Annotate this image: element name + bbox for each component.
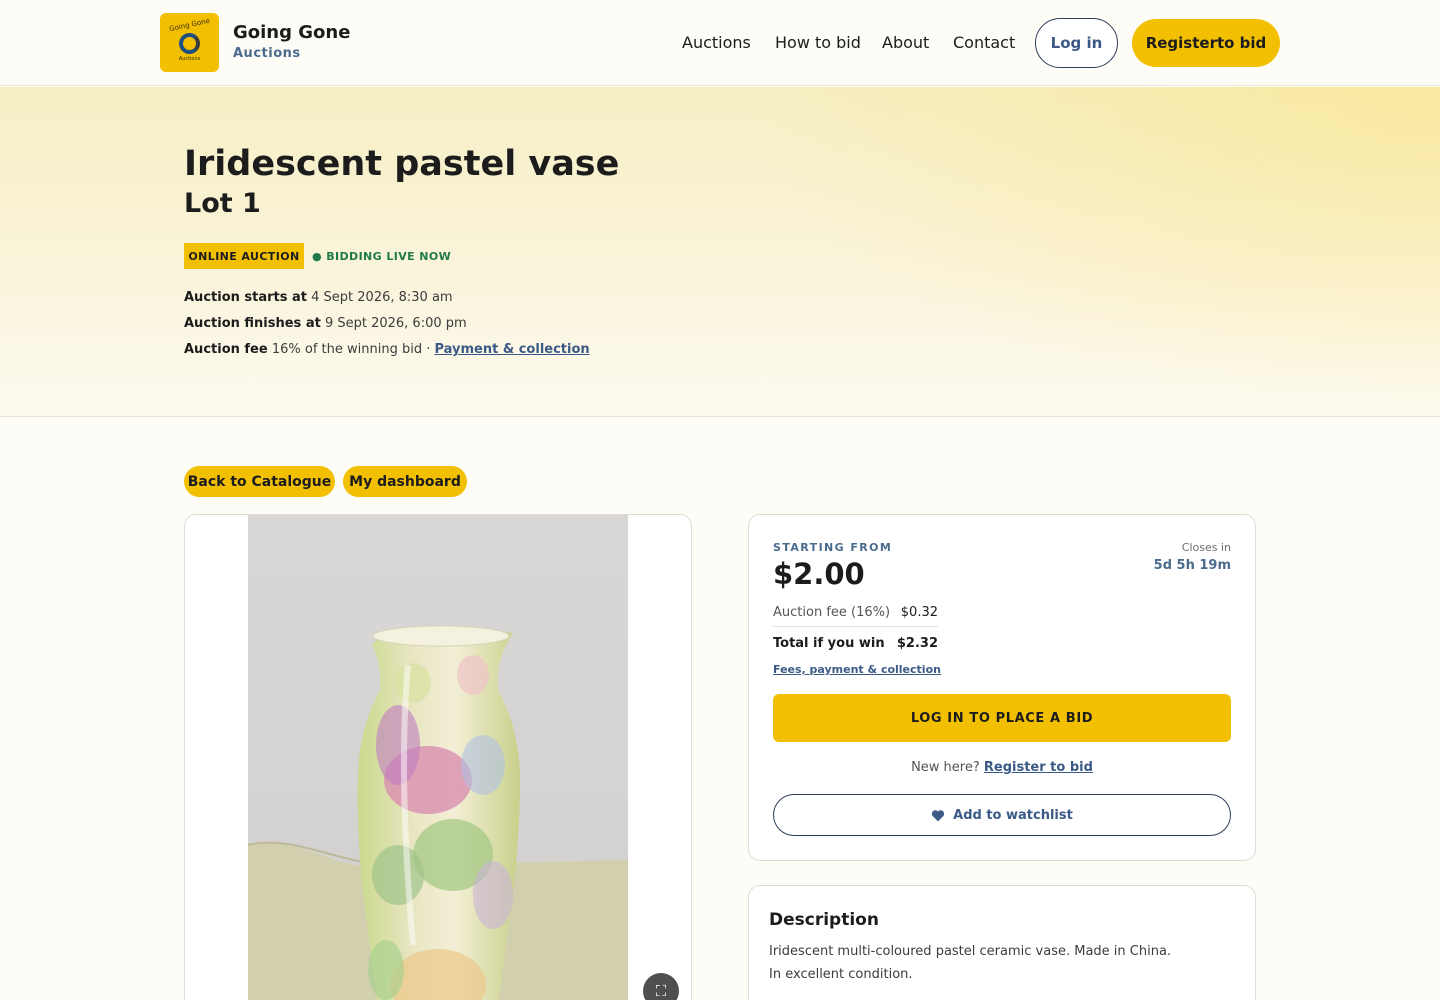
online-auction-badge: ONLINE AUCTION: [184, 243, 304, 269]
expand-icon[interactable]: ⛶: [643, 973, 679, 1000]
bidding-live-badge: ● BIDDING LIVE NOW: [312, 250, 452, 263]
total-label: Total if you win: [773, 636, 885, 651]
watchlist-label: Add to watchlist: [953, 807, 1073, 823]
description-title: Description: [769, 910, 879, 930]
bid-panel: STARTING FROM $2.00 Closes in 5d 5h 19m …: [748, 514, 1256, 861]
auction-starts-value: 4 Sept 2026, 8:30 am: [311, 290, 453, 305]
login-button[interactable]: Log in: [1035, 18, 1118, 68]
log-in-to-place-bid-button[interactable]: LOG IN TO PLACE A BID: [773, 694, 1231, 742]
add-to-watchlist-button[interactable]: Add to watchlist: [773, 794, 1231, 836]
auction-fee-label: Auction fee: [184, 342, 268, 357]
my-dashboard-button[interactable]: My dashboard: [343, 466, 467, 497]
lot-image-card: ⛶: [184, 514, 692, 1000]
description-card: Description Iridescent multi-coloured pa…: [748, 885, 1256, 1000]
brand-subtitle: Auctions: [233, 46, 301, 61]
description-line: Iridescent multi-coloured pastel ceramic…: [769, 944, 1172, 959]
auction-fee-value: 16% of the winning bid ·: [271, 342, 431, 357]
closes-in-label: Closes in: [1181, 541, 1231, 554]
register-to-bid-link[interactable]: Register to bid: [984, 760, 1093, 775]
fees-payment-collection-link[interactable]: Fees, payment & collection: [773, 663, 941, 676]
auction-starts: Auction starts at 4 Sept 2026, 8:30 am: [184, 290, 453, 305]
description-line: In excellent condition.: [769, 967, 913, 982]
nav-auctions[interactable]: Auctions: [682, 33, 751, 52]
lot-hero: Iridescent pastel vase Lot 1 ONLINE AUCT…: [0, 87, 1440, 417]
auction-finishes: Auction finishes at 9 Sept 2026, 6:00 pm: [184, 316, 467, 331]
back-to-catalogue-button[interactable]: Back to Catalogue: [184, 466, 335, 497]
nav-contact[interactable]: Contact: [953, 33, 1015, 52]
hero-glow: [740, 87, 1440, 417]
total-row: Total if you win $2.32: [773, 636, 938, 651]
auction-finishes-label: Auction finishes at: [184, 316, 321, 331]
nav-about[interactable]: About: [882, 33, 929, 52]
heart-icon: [932, 809, 945, 821]
total-value: $2.32: [896, 636, 938, 651]
new-here-label: New here?: [911, 760, 980, 775]
nav-how-to-bid[interactable]: How to bid: [775, 33, 861, 52]
starting-price: $2.00: [773, 557, 865, 591]
logo-bottom-text: Auctions: [178, 56, 201, 62]
auction-starts-label: Auction starts at: [184, 290, 308, 305]
fee-row-label: Auction fee (16%): [773, 605, 891, 620]
fee-row-value: $0.32: [900, 605, 938, 620]
closes-in-countdown: 5d 5h 19m: [1153, 558, 1231, 573]
logo-ring-icon: [179, 33, 200, 54]
brand-logo[interactable]: Going Gone Auctions: [160, 13, 219, 72]
auction-finishes-value: 9 Sept 2026, 6:00 pm: [324, 316, 467, 331]
register-button[interactable]: Registerto bid: [1132, 19, 1280, 67]
starting-from-label: STARTING FROM: [773, 541, 893, 554]
new-here-text: New here? Register to bid: [749, 760, 1255, 775]
lot-number: Lot 1: [184, 188, 261, 219]
lot-title: Iridescent pastel vase: [184, 144, 620, 184]
auction-fee: Auction fee 16% of the winning bid · Pay…: [184, 342, 590, 357]
lot-photo[interactable]: [248, 515, 628, 1000]
site-header: Going Gone Auctions Going Gone Auctions …: [0, 0, 1440, 86]
payment-collection-link[interactable]: Payment & collection: [434, 342, 589, 357]
fee-row: Auction fee (16%) $0.32: [773, 605, 938, 627]
brand-name[interactable]: Going Gone: [233, 22, 350, 43]
